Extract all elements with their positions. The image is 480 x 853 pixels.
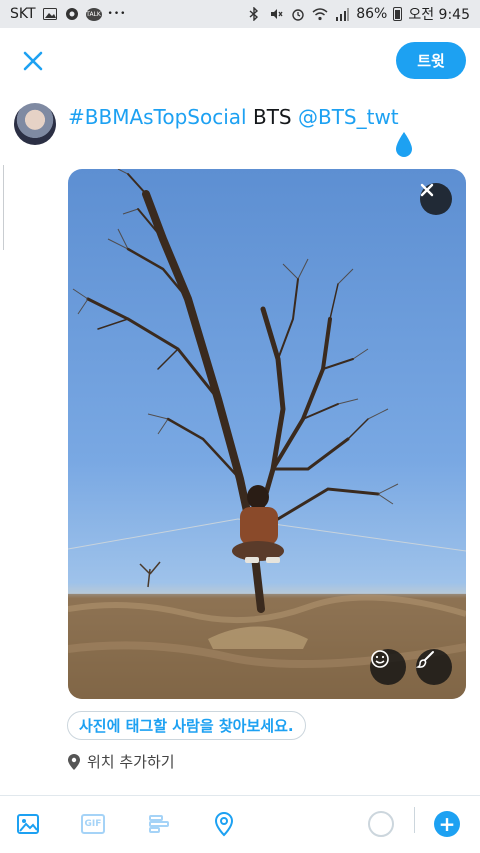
character-counter	[365, 808, 397, 840]
mute-icon	[268, 6, 284, 22]
hashtag-text[interactable]: #BBMAsTopSocial	[68, 105, 247, 129]
poll-button[interactable]	[143, 808, 175, 840]
poll-icon	[149, 815, 169, 833]
gif-icon: GIF	[81, 814, 105, 834]
image-icon	[17, 814, 39, 834]
mention-text[interactable]: @BTS_twt	[298, 105, 399, 129]
status-bar-right: 86% 오전 9:45	[246, 4, 470, 24]
compose-toolbar: GIF +	[0, 795, 480, 853]
tree-photo-image	[68, 169, 466, 699]
photo-button[interactable]	[12, 808, 44, 840]
wifi-icon	[312, 6, 328, 22]
location-pin-icon	[214, 811, 234, 837]
smiley-icon	[371, 650, 389, 668]
signal-icon	[334, 6, 350, 22]
status-bar-left: SKT TALK •••	[10, 6, 126, 22]
compose-text-field[interactable]: #BBMAsTopSocial BTS @BTS_twt	[68, 104, 399, 130]
close-icon	[420, 183, 434, 197]
location-button[interactable]	[208, 808, 240, 840]
add-location-button[interactable]: 위치 추가하기	[68, 751, 175, 772]
battery-icon	[393, 7, 403, 21]
gif-button[interactable]: GIF	[77, 808, 109, 840]
battery-percent: 86%	[356, 6, 388, 22]
toolbar-divider	[414, 807, 415, 833]
edge-indicator	[0, 165, 4, 250]
carrier-label: SKT	[10, 6, 36, 22]
plus-icon: +	[434, 811, 460, 837]
add-tweet-button[interactable]: +	[431, 808, 463, 840]
kakaotalk-notification-icon: TALK	[85, 7, 102, 21]
close-icon	[23, 51, 43, 71]
status-bar: SKT TALK ••• 86% 오전 9:45	[0, 0, 480, 28]
sticker-button[interactable]	[370, 649, 406, 685]
alarm-icon	[290, 6, 306, 22]
text-cursor-handle[interactable]	[393, 130, 415, 160]
tweet-button[interactable]: 트윗	[396, 42, 466, 79]
plain-text: BTS	[246, 105, 298, 129]
counter-ring-icon	[368, 811, 394, 837]
attached-photo[interactable]	[68, 169, 466, 699]
location-label: 위치 추가하기	[87, 753, 175, 771]
message-notification-icon	[64, 6, 80, 22]
more-notifications-icon: •••	[107, 9, 127, 19]
bluetooth-icon	[246, 6, 262, 22]
gallery-notification-icon	[42, 6, 58, 22]
tag-people-button[interactable]: 사진에 태그할 사람을 찾아보세요.	[67, 711, 306, 740]
brush-icon	[416, 651, 434, 668]
avatar[interactable]	[14, 103, 56, 145]
clock: 오전 9:45	[408, 7, 470, 23]
close-button[interactable]	[18, 46, 48, 76]
remove-photo-button[interactable]	[420, 183, 452, 215]
location-pin-icon	[68, 753, 80, 770]
edit-photo-button[interactable]	[416, 649, 452, 685]
